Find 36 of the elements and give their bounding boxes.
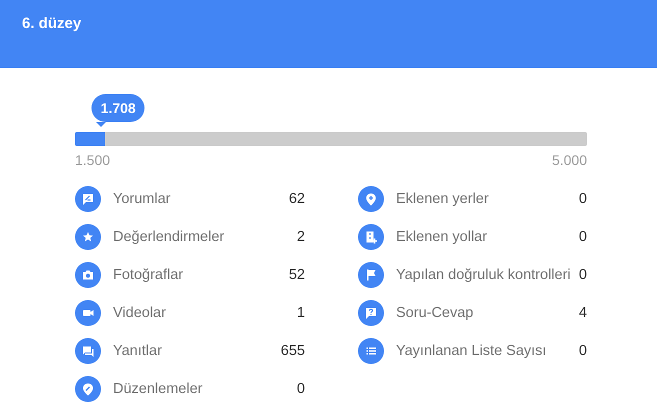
stat-value: 0 [578, 343, 587, 359]
stat-value: 2 [296, 229, 305, 245]
question-icon [358, 300, 384, 326]
stat-value: 0 [578, 267, 587, 283]
stat-label: Eklenen yerler [396, 191, 490, 207]
road-add-icon [358, 224, 384, 250]
stat-label: Düzenlemeler [113, 381, 204, 397]
location-pin-icon [358, 186, 384, 212]
stat-label: Yorumlar [113, 191, 172, 207]
stat-value: 655 [280, 343, 305, 359]
stat-value: 0 [296, 381, 305, 397]
stat-value: 62 [288, 191, 305, 207]
stat-label: Fotoğraflar [113, 267, 184, 283]
stat-label: Yayınlanan Liste Sayısı [396, 343, 548, 359]
chat-icon [75, 338, 101, 364]
video-camera-icon [75, 300, 101, 326]
max-label: 5.000 [552, 152, 587, 168]
stat-label: Eklenen yollar [396, 229, 488, 245]
stat-value: 52 [288, 267, 305, 283]
min-label: 1.500 [75, 152, 110, 168]
camera-icon [75, 262, 101, 288]
stat-value: 1 [296, 305, 305, 321]
list-icon [358, 338, 384, 364]
pin-icon [75, 376, 101, 402]
stat-label: Videolar [113, 305, 167, 321]
comment-icon [75, 186, 101, 212]
stat-label: Yanıtlar [113, 343, 163, 359]
stat-label: Değerlendirmeler [113, 229, 226, 245]
level-title: 6. düzey [22, 15, 82, 32]
stat-label: Soru-Cevap [396, 305, 474, 321]
value-bubble: 1.708 [92, 94, 145, 122]
flag-icon [358, 262, 384, 288]
stat-value: 0 [578, 229, 587, 245]
stat-label: Yapılan doğruluk kontrolleri [396, 267, 572, 283]
stat-value: 0 [578, 191, 587, 207]
stat-value: 4 [578, 305, 587, 321]
